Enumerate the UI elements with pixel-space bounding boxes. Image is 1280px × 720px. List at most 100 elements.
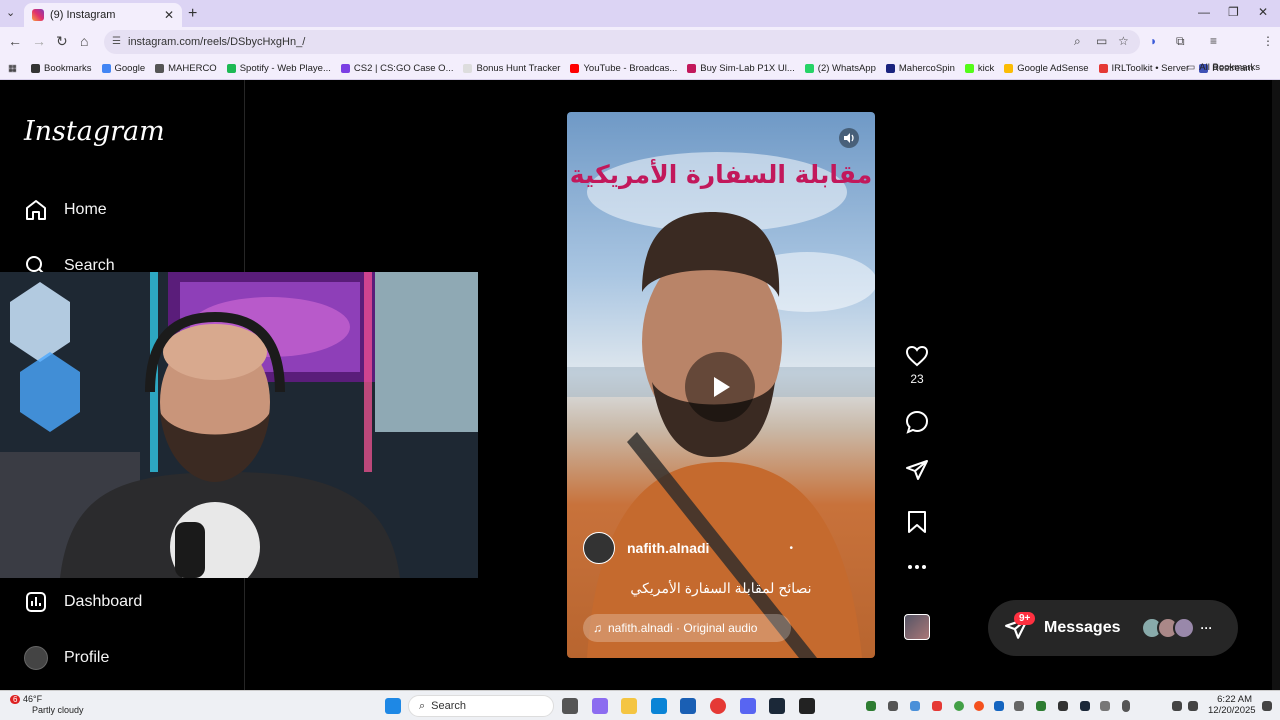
- tray-icon[interactable]: [932, 701, 942, 711]
- tray-icon[interactable]: [1014, 701, 1024, 711]
- weather-widget[interactable]: 6 46°F Partly cloudy: [10, 694, 84, 716]
- bookmark-item[interactable]: YouTube - Broadcas...: [570, 63, 677, 74]
- extensions-puzzle-icon[interactable]: ⧉: [1176, 34, 1185, 49]
- steam-icon[interactable]: [769, 698, 785, 714]
- notification-icon[interactable]: [1262, 701, 1272, 711]
- bookmark-star-icon[interactable]: ☆: [1118, 34, 1129, 48]
- tray-icon[interactable]: [974, 701, 984, 711]
- comment-icon[interactable]: [902, 410, 932, 434]
- volume-icon[interactable]: [839, 128, 859, 153]
- bookmark-item[interactable]: MahercoSpin: [885, 63, 955, 74]
- bookmarks-bar: ▦ Bookmarks Google MAHERCO Spotify - Web Pl…: [0, 57, 1280, 80]
- sidebar-item-dashboard[interactable]: Dashboard: [24, 590, 142, 614]
- tray-icon[interactable]: [1058, 701, 1068, 711]
- home-icon: [24, 198, 48, 222]
- all-bookmarks-folder[interactable]: ▭ All Bookmarks: [1186, 62, 1260, 73]
- tray-icon[interactable]: [888, 701, 898, 711]
- save-bookmark-icon[interactable]: [902, 510, 932, 534]
- bookmark-label: Bookmarks: [43, 62, 92, 74]
- bookmark-label: kick: [977, 62, 995, 74]
- more-options-icon[interactable]: [902, 564, 932, 570]
- reel-title-overlay: مقابلة السفارة الأمريكية: [569, 160, 873, 189]
- like-action[interactable]: 23: [902, 344, 932, 386]
- messages-label: Messages: [1044, 619, 1121, 636]
- apps-grid-icon[interactable]: ▦: [8, 63, 17, 74]
- forward-arrow-icon[interactable]: →: [32, 33, 46, 49]
- tray-icon[interactable]: [866, 701, 876, 711]
- sidebar-item-profile[interactable]: Profile: [24, 646, 109, 670]
- messages-button[interactable]: Messages ···: [988, 600, 1238, 656]
- folder-icon: ▭: [1186, 62, 1196, 73]
- media-controls-icon[interactable]: ≡: [1210, 34, 1217, 48]
- bookmark-favicon-icon: [570, 63, 580, 73]
- edge-icon[interactable]: [651, 698, 667, 714]
- tray-icon[interactable]: [1036, 701, 1046, 711]
- discord-icon[interactable]: [740, 698, 756, 714]
- install-app-icon[interactable]: ▭: [1096, 34, 1107, 48]
- author-avatar[interactable]: [583, 532, 615, 564]
- chrome-icon[interactable]: [710, 698, 726, 714]
- home-browser-icon[interactable]: ⌂: [80, 33, 88, 49]
- share-icon[interactable]: [902, 458, 932, 482]
- reload-icon[interactable]: ↻: [56, 33, 68, 50]
- maximize-button[interactable]: ❐: [1228, 5, 1239, 19]
- copilot-icon[interactable]: [592, 698, 608, 714]
- tray-icon[interactable]: [1100, 701, 1110, 711]
- tab-close-icon[interactable]: ✕: [164, 8, 174, 22]
- minimize-button[interactable]: —: [1198, 5, 1210, 19]
- bookmark-item[interactable]: CS2 | CS:GO Case O...: [340, 63, 453, 74]
- taskbar-search[interactable]: ⌕ Search: [408, 695, 554, 717]
- new-tab-button[interactable]: +: [188, 5, 197, 23]
- bookmark-item[interactable]: IRLToolkit • Server: [1098, 63, 1189, 74]
- reel-audio-pill[interactable]: ♫ nafith.alnadi · Original audio: [583, 614, 791, 642]
- address-bar[interactable]: instagram.com/reels/DSbycHxgHn_/: [104, 30, 1140, 54]
- bookmark-item[interactable]: Google: [101, 63, 145, 74]
- sidebar-item-home[interactable]: Home: [24, 198, 107, 222]
- reel-video[interactable]: مقابلة السفارة الأمريكية nafith.alnadi •…: [567, 112, 875, 658]
- scrollbar[interactable]: [1272, 80, 1280, 690]
- site-info-icon[interactable]: ☰: [112, 36, 121, 47]
- clock[interactable]: 6:22 AM 12/20/2025: [1208, 694, 1256, 716]
- author-name[interactable]: nafith.alnadi: [627, 540, 709, 556]
- close-window-button[interactable]: ✕: [1258, 5, 1268, 19]
- zoom-icon[interactable]: ⌕: [1074, 34, 1081, 49]
- extension-icon[interactable]: ◗: [1150, 34, 1157, 48]
- weather-badge: 6: [10, 695, 21, 704]
- tray-icon[interactable]: [954, 701, 964, 711]
- bookmark-item[interactable]: Buy Sim-Lab P1X Ul...: [687, 63, 795, 74]
- search-icon: ⌕: [419, 699, 426, 712]
- tray-icon[interactable]: [910, 701, 920, 711]
- bookmark-item[interactable]: Spotify - Web Playe...: [226, 63, 331, 74]
- reel-author[interactable]: nafith.alnadi •: [583, 532, 793, 564]
- avatar: [1172, 617, 1195, 639]
- task-view-icon[interactable]: [562, 698, 578, 714]
- bookmark-item[interactable]: (2) WhatsApp: [804, 63, 876, 74]
- back-arrow-icon[interactable]: ←: [8, 33, 22, 49]
- reel-caption[interactable]: نصائح لمقابلة السفارة الأمريكي: [567, 580, 875, 597]
- bookmark-item[interactable]: Bonus Hunt Tracker: [463, 63, 560, 74]
- epic-games-icon[interactable]: [799, 698, 815, 714]
- sidebar-item-label: Dashboard: [64, 593, 143, 610]
- bookmark-item[interactable]: kick: [964, 62, 995, 74]
- instagram-logo[interactable]: Instagram: [24, 116, 165, 147]
- bookmark-item[interactable]: Google AdSense: [1004, 63, 1089, 74]
- clock-date: 12/20/2025: [1208, 705, 1256, 716]
- steam-tray-icon[interactable]: [1080, 701, 1090, 711]
- menu-kebab-icon[interactable]: ⋮: [1262, 34, 1274, 48]
- messages-more-icon[interactable]: ···: [1201, 621, 1213, 635]
- audio-thumbnail[interactable]: [904, 614, 930, 640]
- volume-tray-icon[interactable]: [1188, 701, 1198, 711]
- tab-search-chevron-icon[interactable]: ⌄: [6, 6, 15, 19]
- windows-start-icon[interactable]: [385, 698, 401, 714]
- bluetooth-icon[interactable]: [994, 701, 1004, 711]
- tab-instagram[interactable]: (9) Instagram ✕: [24, 3, 182, 27]
- audio-label: nafith.alnadi · Original audio: [608, 621, 758, 635]
- network-icon[interactable]: [1172, 701, 1182, 711]
- bookmark-item[interactable]: MAHERCO: [155, 63, 217, 74]
- file-explorer-icon[interactable]: [621, 698, 637, 714]
- play-button[interactable]: [685, 352, 755, 422]
- microphone-icon[interactable]: [1122, 700, 1130, 712]
- bookmark-item[interactable]: Bookmarks: [30, 62, 92, 74]
- bookmark-label: Buy Sim-Lab P1X Ul...: [700, 62, 795, 74]
- store-icon[interactable]: [680, 698, 696, 714]
